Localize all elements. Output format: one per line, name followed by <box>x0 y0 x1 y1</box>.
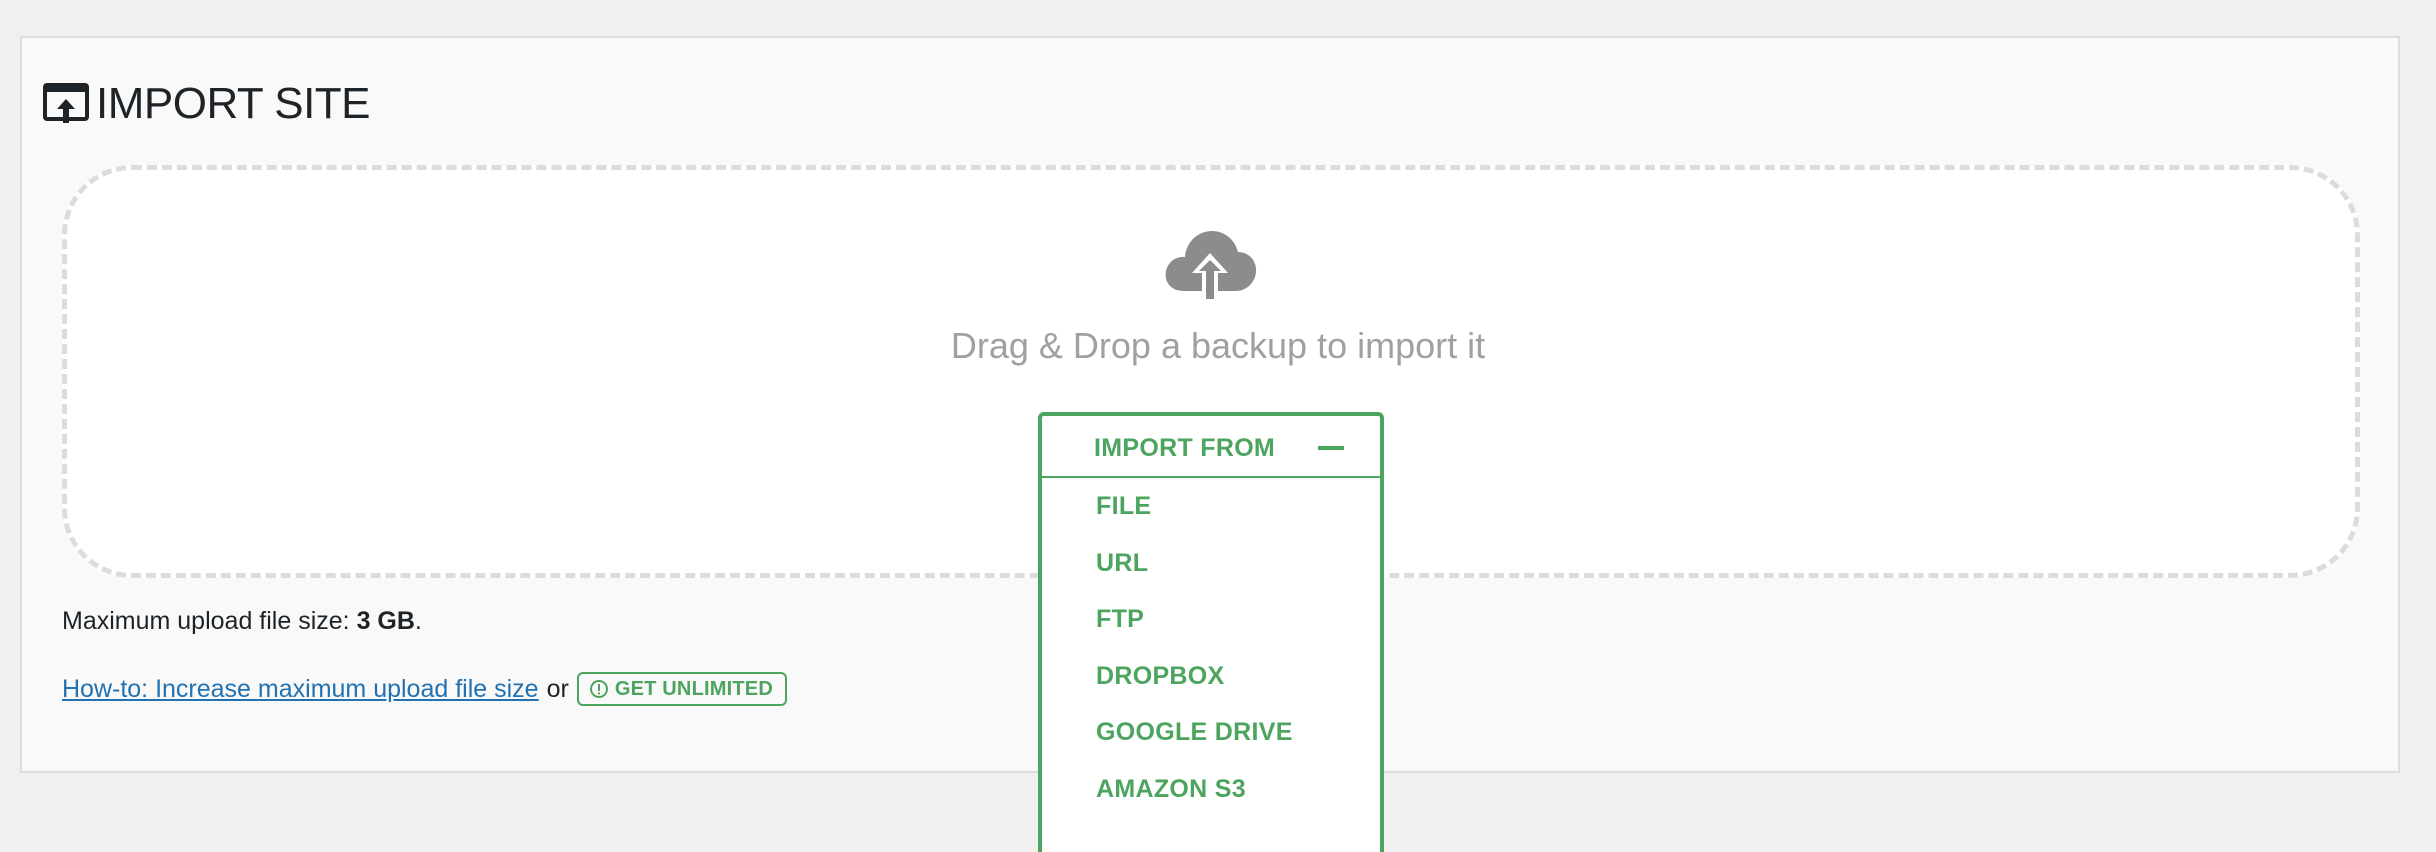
import-window-icon <box>43 83 89 123</box>
import-source-file[interactable]: FILE <box>1042 478 1380 535</box>
increase-upload-size-link[interactable]: How-to: Increase maximum upload file siz… <box>62 675 539 704</box>
import-source-amazon-s3[interactable]: AMAZON S3 <box>1042 761 1380 818</box>
or-text: or <box>546 674 569 703</box>
alert-circle-icon <box>589 680 608 698</box>
import-source-dropbox[interactable]: DROPBOX <box>1042 648 1380 705</box>
minus-icon[interactable] <box>1318 446 1344 450</box>
dropzone-text: Drag & Drop a backup to import it <box>950 325 1486 366</box>
import-from-dropdown[interactable]: IMPORT FROM FILE URL FTP DROPBOX GOOGLE … <box>1038 412 1384 852</box>
get-unlimited-button[interactable]: GET UNLIMITED <box>576 672 787 706</box>
upload-help-row: How-to: Increase maximum upload file siz… <box>62 672 787 706</box>
import-source-url[interactable]: URL <box>1042 535 1380 592</box>
import-source-google-drive[interactable]: GOOGLE DRIVE <box>1042 704 1380 761</box>
import-source-ftp[interactable]: FTP <box>1042 591 1380 648</box>
get-unlimited-label: GET UNLIMITED <box>614 677 773 700</box>
page-title-text: IMPORT SITE <box>96 79 371 128</box>
import-from-toggle[interactable]: IMPORT FROM <box>1042 416 1380 478</box>
import-from-label: IMPORT FROM <box>1094 434 1276 462</box>
page-title: IMPORT SITE <box>42 70 371 138</box>
cloud-upload-icon <box>1165 231 1257 303</box>
max-upload-size: Maximum upload file size: 3 GB. <box>62 607 422 636</box>
max-upload-size-prefix: Maximum upload file size: <box>62 607 357 635</box>
import-source-list: FILE URL FTP DROPBOX GOOGLE DRIVE AMAZON… <box>1042 478 1380 817</box>
max-upload-size-value: 3 GB <box>356 607 415 635</box>
max-upload-size-suffix: . <box>414 607 422 635</box>
